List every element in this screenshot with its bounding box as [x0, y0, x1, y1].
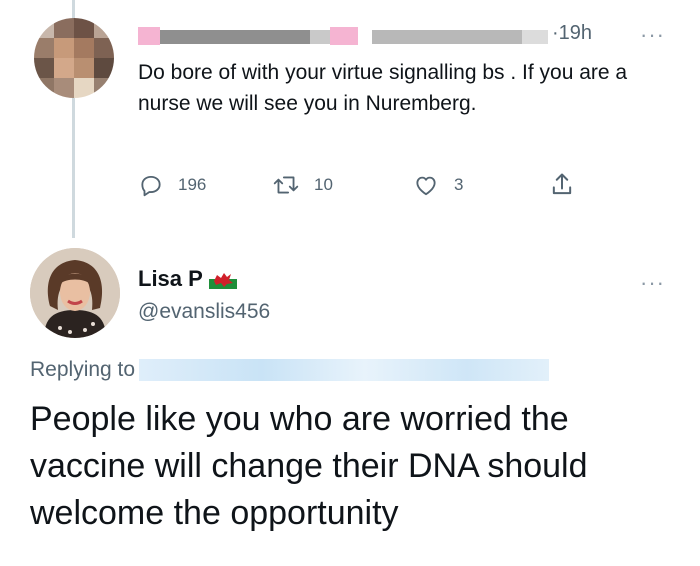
original-author-avatar[interactable]	[34, 18, 114, 98]
replying-to-line: Replying to	[30, 358, 550, 382]
reply-icon	[141, 175, 161, 197]
reply-author-handle[interactable]: @evanslis456	[138, 300, 270, 324]
retweet-count: 10	[314, 175, 333, 194]
reply-count: 196	[178, 175, 207, 194]
reply-author-name[interactable]: Lisa P	[138, 266, 237, 292]
retweet-action[interactable]: 10	[272, 172, 333, 198]
replying-to-label: Replying to	[30, 358, 136, 381]
tweet-timestamp[interactable]: ·19h	[552, 22, 592, 45]
heart-icon	[416, 176, 436, 196]
lisa-avatar[interactable]	[30, 248, 120, 338]
share-icon	[552, 173, 572, 195]
redacted-replying-handle[interactable]	[139, 359, 550, 381]
more-options-icon[interactable]: ···	[640, 22, 665, 48]
wales-flag-icon	[208, 269, 237, 289]
reply-action[interactable]: 196	[138, 172, 206, 198]
redacted-author-name[interactable]	[138, 24, 548, 48]
display-name: Lisa P	[138, 266, 203, 291]
reply-more-options-icon[interactable]: ···	[640, 270, 665, 296]
share-action[interactable]	[548, 171, 576, 204]
reply-tweet-text: People like you who are worried the vacc…	[30, 400, 588, 532]
like-count: 3	[454, 175, 464, 194]
profile-photo	[30, 248, 120, 338]
original-tweet-text: Do bore of with your virtue signalling b…	[138, 61, 628, 115]
retweet-icon	[273, 176, 299, 194]
like-action[interactable]: 3	[412, 172, 463, 198]
